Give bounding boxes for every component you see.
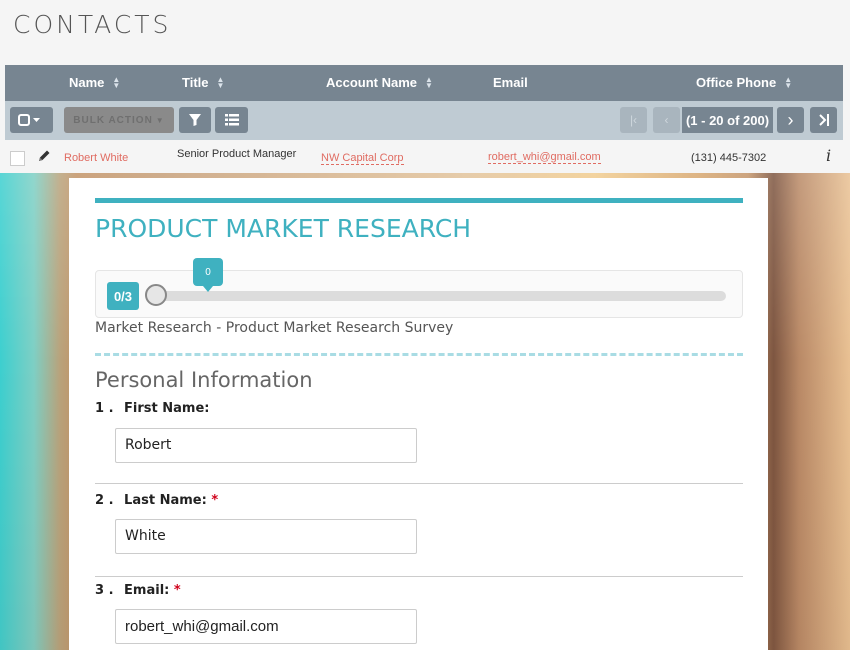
- column-header-account-name[interactable]: Account Name ▲ ▼: [326, 65, 433, 101]
- section-title: Personal Information: [95, 368, 313, 392]
- question-text: Email:: [124, 583, 170, 598]
- question-number: 1 .: [95, 401, 114, 416]
- question-label-last-name: 2 . Last Name: *: [95, 493, 218, 508]
- list-header: Name ▲ ▼ Title ▲ ▼ Account Name ▲ ▼ Email O…: [5, 65, 843, 101]
- progress-tooltip: 0: [193, 258, 223, 292]
- column-label: Office Phone: [696, 75, 777, 90]
- survey-title: PRODUCT MARKET RESEARCH: [95, 214, 472, 243]
- email-field[interactable]: robert_whi@gmail.com: [115, 609, 417, 644]
- contact-name: Robert White: [64, 152, 129, 164]
- bulk-action-label: BULK ACTION: [73, 114, 153, 126]
- first-name-field[interactable]: Robert: [115, 428, 417, 463]
- progress-panel: 0/3 0: [95, 258, 743, 318]
- contact-name-link[interactable]: Robert White: [64, 152, 128, 164]
- question-number: 2 .: [95, 493, 114, 508]
- required-marker: *: [173, 583, 181, 598]
- first-page-icon: |‹: [629, 113, 638, 127]
- dashed-divider: [95, 353, 743, 356]
- column-label: Account Name: [326, 75, 418, 90]
- progress-knob[interactable]: 0: [145, 258, 223, 306]
- last-page-icon: [818, 114, 829, 126]
- prev-page-icon: ‹: [664, 113, 669, 127]
- bulk-action-button[interactable]: BULK ACTION ▼: [64, 107, 174, 133]
- pagination-info: (1 - 20 of 200): [682, 107, 773, 133]
- table-row[interactable]: Robert White Senior Product Manager NW C…: [0, 140, 850, 173]
- question-number: 3 .: [95, 583, 114, 598]
- account-name-link[interactable]: NW Capital Corp: [321, 152, 404, 165]
- page-title: CONTACTS: [13, 10, 172, 39]
- last-page-button[interactable]: [810, 107, 837, 133]
- column-label: Email: [493, 75, 528, 90]
- column-chooser-button[interactable]: [215, 107, 248, 133]
- column-label: Name: [69, 75, 105, 90]
- last-name-field[interactable]: White: [115, 519, 417, 554]
- question-divider: [95, 483, 743, 484]
- sort-icon[interactable]: ▲ ▼: [784, 76, 792, 90]
- chevron-down-icon: ▼: [155, 115, 165, 125]
- row-checkbox[interactable]: [10, 151, 25, 166]
- column-label: Title: [182, 75, 209, 90]
- column-header-title[interactable]: Title ▲ ▼: [182, 65, 224, 101]
- question-divider: [95, 576, 743, 577]
- sort-icon[interactable]: ▲ ▼: [217, 76, 225, 90]
- question-text: First Name:: [124, 401, 210, 416]
- list-toolbar: BULK ACTION ▼ |‹ ‹ (1 - 20 of 200) ›: [5, 101, 843, 140]
- question-text: Last Name:: [124, 493, 207, 508]
- office-phone: (131) 445-7302: [691, 152, 767, 164]
- first-page-button[interactable]: |‹: [620, 107, 647, 133]
- prev-page-button[interactable]: ‹: [653, 107, 680, 133]
- progress-count: 0/3: [107, 282, 139, 310]
- column-header-office-phone[interactable]: Office Phone ▲ ▼: [696, 65, 792, 101]
- filter-button[interactable]: [179, 107, 211, 133]
- edit-pencil-icon[interactable]: [37, 149, 51, 163]
- next-page-icon: ›: [787, 109, 794, 130]
- sort-icon[interactable]: ▲ ▼: [112, 76, 120, 90]
- survey-subtitle: Market Research - Product Market Researc…: [95, 320, 454, 336]
- card-accent-bar: [95, 198, 743, 203]
- filter-icon: [189, 114, 201, 126]
- survey-card: PRODUCT MARKET RESEARCH 0/3 0 Market Res…: [69, 178, 768, 650]
- question-label-first-name: 1 . First Name:: [95, 401, 210, 416]
- column-header-name[interactable]: Name ▲ ▼: [69, 65, 120, 101]
- select-all-dropdown[interactable]: [10, 107, 53, 133]
- question-label-email: 3 . Email: *: [95, 583, 181, 598]
- progress-track: [148, 291, 726, 301]
- column-chooser-icon: [224, 114, 239, 126]
- select-all-dropdown-icon: [17, 114, 40, 126]
- info-icon[interactable]: i: [826, 146, 831, 165]
- next-page-button[interactable]: ›: [777, 107, 804, 133]
- required-marker: *: [211, 493, 219, 508]
- email-link[interactable]: robert_whi@gmail.com: [488, 151, 601, 164]
- contact-title: Senior Product Manager: [177, 148, 297, 160]
- column-header-email[interactable]: Email: [493, 65, 528, 101]
- sort-icon[interactable]: ▲ ▼: [425, 76, 433, 90]
